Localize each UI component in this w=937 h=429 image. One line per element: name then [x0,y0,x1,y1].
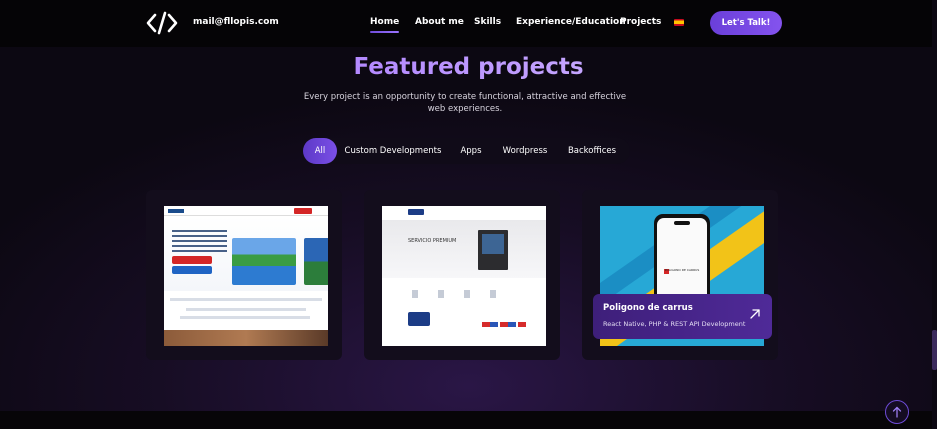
scrollbar-thumb[interactable] [932,330,937,370]
main-nav: Home About me Skills Experience/Educatio… [0,0,937,47]
spain-flag-icon[interactable] [674,19,684,26]
section-title: Featured projects [0,54,937,80]
thumbnail-brand-text: POLIGONO DE CARRUS [664,268,700,272]
nav-experience-education[interactable]: Experience/Education [516,17,626,27]
filter-all[interactable]: All [303,138,337,164]
lets-talk-button[interactable]: Let's Talk! [710,11,782,35]
back-to-top-button[interactable] [885,400,909,424]
project-title: Poligono de carrus [603,303,693,313]
project-thumbnail-1 [164,206,328,346]
next-section-edge [0,411,937,429]
filter-custom-developments[interactable]: Custom Developments [342,138,444,164]
project-card-2[interactable]: SERVICIO PREMIUM [364,190,560,360]
arrow-up-right-icon[interactable] [749,308,761,320]
filter-wordpress[interactable]: Wordpress [498,138,552,164]
project-filter-tabs: All Custom Developments Apps Wordpress B… [300,138,630,164]
arrow-up-icon [892,406,902,418]
section-subtitle: Every project is an opportunity to creat… [303,92,627,114]
page-scrollbar[interactable] [932,0,937,429]
nav-projects[interactable]: Projects [620,17,661,27]
filter-backoffices[interactable]: Backoffices [562,138,622,164]
navbar: mail@fllopis.com Home About me Skills Ex… [0,0,937,47]
project-thumbnail-2: SERVICIO PREMIUM [382,206,546,346]
filter-apps[interactable]: Apps [452,138,490,164]
nav-home[interactable]: Home [370,17,400,33]
nav-about-me[interactable]: About me [415,17,464,27]
nav-skills[interactable]: Skills [474,17,501,27]
project-tech: React Native, PHP & REST API Development [603,320,746,328]
project-overlay[interactable]: Poligono de carrus React Native, PHP & R… [593,294,772,339]
project-card-1[interactable] [146,190,342,360]
thumbnail-heading: SERVICIO PREMIUM [408,238,457,244]
